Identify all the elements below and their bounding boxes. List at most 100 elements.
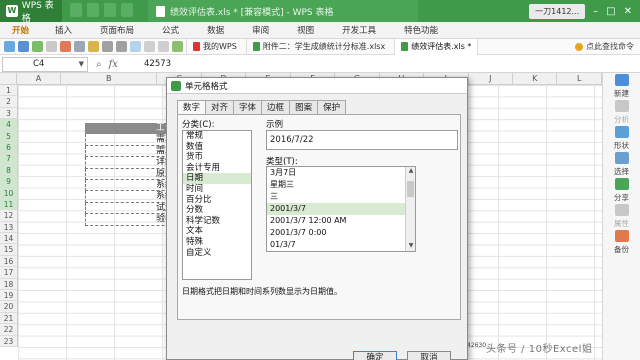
column-header-a[interactable]: A (17, 73, 62, 84)
name-box[interactable]: C4 ▼ (2, 56, 88, 72)
row-header-8[interactable]: 8 (0, 164, 17, 177)
category-item[interactable]: 数值 (183, 142, 251, 153)
cancel-button[interactable]: 取消 (407, 351, 451, 360)
category-list[interactable]: 常规 数值 货币 会计专用 日期 时间 百分比 分数 科学记数 文本 特殊 自定… (182, 130, 252, 280)
task-pane-backup[interactable]: 备份 (603, 229, 640, 255)
tab-border[interactable]: 边框 (261, 100, 291, 114)
tab-font[interactable]: 字体 (233, 100, 263, 114)
preview-icon[interactable] (46, 41, 57, 52)
type-item[interactable]: 3月7日 (267, 167, 415, 179)
dialog-title-bar[interactable]: 单元格格式 (167, 78, 467, 94)
print-icon[interactable] (32, 41, 43, 52)
row-header-17[interactable]: 17 (0, 267, 17, 279)
copy-icon[interactable] (74, 41, 85, 52)
doc-tab-my-wps[interactable]: 我的WPS (186, 38, 243, 55)
tab-developer[interactable]: 开发工具 (328, 24, 390, 36)
row-header-3[interactable]: 3 (0, 108, 17, 120)
save-icon[interactable] (70, 3, 82, 17)
task-pane-select[interactable]: 选择 (603, 151, 640, 177)
tab-review[interactable]: 审阅 (238, 24, 283, 36)
category-item[interactable]: 分数 (183, 205, 251, 216)
column-header-k[interactable]: K (513, 73, 558, 84)
row-header-6[interactable]: 6 (0, 141, 17, 154)
row-header-2[interactable]: 2 (0, 96, 17, 108)
row-header-9[interactable]: 9 (0, 176, 17, 188)
row-header-7[interactable]: 7 (0, 153, 17, 165)
check-icon[interactable] (172, 41, 183, 52)
task-pane-new[interactable]: 新建 (603, 73, 640, 99)
align-center-icon[interactable] (130, 41, 141, 52)
type-item[interactable]: 星期三 (267, 179, 415, 191)
category-item[interactable]: 特殊 (183, 237, 251, 248)
row-header-22[interactable]: 22 (0, 324, 17, 336)
tab-formulas[interactable]: 公式 (148, 24, 193, 36)
row-header-18[interactable]: 18 (0, 279, 17, 291)
tab-view[interactable]: 视图 (283, 24, 328, 36)
tab-start[interactable]: 开始 (0, 24, 41, 36)
row-header-14[interactable]: 14 (0, 233, 17, 245)
row-header-20[interactable]: 20 (0, 301, 17, 313)
tab-special-features[interactable]: 特色功能 (390, 24, 452, 36)
scroll-down-icon[interactable]: ▼ (406, 242, 415, 251)
app-menu-button[interactable]: W WPS 表格 (0, 0, 62, 24)
row-header-13[interactable]: 13 (0, 222, 17, 234)
category-item[interactable]: 科学记数 (183, 216, 251, 227)
row-header-10[interactable]: 10 (0, 187, 17, 199)
category-item[interactable]: 百分比 (183, 195, 251, 206)
row-header-19[interactable]: 19 (0, 290, 17, 302)
wrap-text-icon[interactable] (158, 41, 169, 52)
tab-alignment[interactable]: 对齐 (205, 100, 235, 114)
row-header-5[interactable]: 5 (0, 130, 17, 142)
row-header-11[interactable]: 11 (0, 198, 17, 211)
select-all-corner[interactable] (0, 73, 17, 84)
column-header-l[interactable]: L (557, 73, 602, 84)
tab-data[interactable]: 数据 (193, 24, 238, 36)
close-icon[interactable]: ✕ (624, 6, 632, 17)
tab-protection[interactable]: 保护 (317, 100, 347, 114)
task-pane-shapes[interactable]: 形状 (603, 125, 640, 151)
scrollbar-thumb[interactable] (407, 181, 414, 197)
row-header-21[interactable]: 21 (0, 313, 17, 325)
category-item[interactable]: 货币 (183, 152, 251, 163)
redo-icon[interactable] (116, 41, 127, 52)
row-header-12[interactable]: 12 (0, 210, 17, 222)
task-pane-analysis[interactable]: 分析 (603, 99, 640, 125)
type-item[interactable]: 01/3/7 (267, 239, 415, 251)
print-icon[interactable] (87, 3, 99, 17)
user-account[interactable]: 一刀1412... (529, 3, 586, 19)
open-folder-icon[interactable] (4, 41, 15, 52)
row-header-1[interactable]: 1 (0, 85, 17, 97)
document-title-tab[interactable]: 绩效评估表.xls * [兼容模式] - WPS 表格 (148, 0, 418, 22)
minimize-icon[interactable]: – (593, 6, 598, 17)
maximize-icon[interactable]: □ (606, 6, 615, 17)
type-list[interactable]: 3月7日 星期三 三 2001/3/7 2001/3/7 12:00 AM 20… (266, 166, 416, 252)
row-header-16[interactable]: 16 (0, 256, 17, 268)
category-item[interactable]: 会计专用 (183, 163, 251, 174)
category-item-selected[interactable]: 日期 (183, 173, 251, 184)
row-header-23[interactable]: 23 (0, 336, 17, 347)
tab-page-layout[interactable]: 页面布局 (86, 24, 148, 36)
undo-icon[interactable] (102, 41, 113, 52)
task-pane-properties[interactable]: 属性 (603, 203, 640, 229)
scroll-up-icon[interactable]: ▲ (406, 167, 415, 176)
column-header-b[interactable]: B (61, 73, 158, 84)
save-icon[interactable] (18, 41, 29, 52)
undo-icon[interactable] (104, 3, 116, 17)
category-item[interactable]: 常规 (183, 131, 251, 142)
type-item[interactable]: 2001/3/7 12:00 AM (267, 215, 415, 227)
doc-tab-performance[interactable]: 绩效评估表.xls * (394, 38, 479, 55)
type-list-scrollbar[interactable]: ▲ ▼ (405, 167, 415, 251)
column-header-j[interactable]: J (469, 73, 514, 84)
type-item[interactable]: 三 (267, 191, 415, 203)
cut-icon[interactable] (60, 41, 71, 52)
tab-insert[interactable]: 插入 (41, 24, 86, 36)
doc-tab-attachment[interactable]: 附件二：学生成绩统计分标准.xlsx (245, 38, 391, 55)
formula-input[interactable]: 42573 (144, 59, 171, 69)
row-header-4[interactable]: 4 (0, 119, 17, 131)
command-search[interactable]: 点此查找命令 (575, 41, 640, 52)
ok-button[interactable]: 确定 (353, 351, 397, 360)
tab-number[interactable]: 数字 (177, 100, 207, 115)
redo-icon[interactable] (121, 3, 133, 17)
fx-icon[interactable]: fx (109, 59, 118, 70)
category-item[interactable]: 时间 (183, 184, 251, 195)
